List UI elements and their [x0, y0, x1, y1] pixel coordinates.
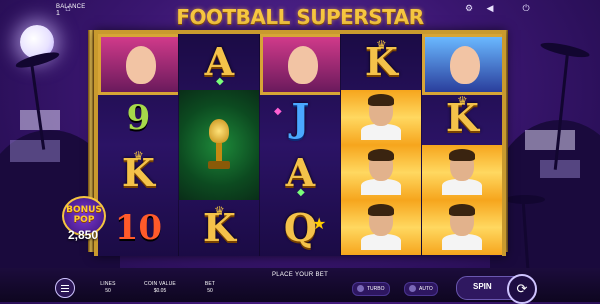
trophy-icon — [204, 115, 234, 175]
symbol-lady-red — [260, 34, 340, 95]
reel-3: ◆ J A ◆ Q ★ — [260, 34, 341, 256]
lady-face — [443, 39, 488, 92]
palm-leaves — [505, 195, 545, 204]
symbol-player — [341, 200, 421, 255]
reel-1: 9 ♛ K 10 — [98, 34, 179, 256]
symbol-player — [422, 145, 502, 200]
reel-2: A ◆ 10 ♛ K — [179, 34, 260, 256]
gem-icon: ◆ — [216, 76, 224, 87]
coin-value-control[interactable]: COIN VALUE $0.05 — [140, 281, 180, 294]
star-icon: ★ — [312, 216, 327, 233]
building — [540, 160, 580, 178]
reel-4: ♛ K — [341, 34, 422, 256]
symbol-player — [341, 90, 421, 145]
symbol-k: ♛ K — [364, 38, 398, 84]
crown-icon: ♛ — [133, 149, 144, 163]
reels: 9 ♛ K 10 A ◆ 10 — [98, 34, 502, 256]
auto-label: AUTO — [419, 286, 433, 292]
toggle-knob — [409, 285, 416, 293]
symbol-lady-red — [98, 34, 178, 95]
symbol-k: ♛ K — [202, 204, 236, 250]
menu-button[interactable] — [55, 278, 75, 298]
bet-value: 50 — [207, 288, 213, 294]
gem-icon: ◆ — [297, 187, 305, 198]
bonus-label-line1: BONUS — [66, 205, 102, 215]
lines-value: 50 — [105, 288, 111, 294]
turbo-toggle[interactable]: TURBO — [352, 282, 390, 296]
symbol-player — [341, 145, 421, 200]
lady-face — [119, 39, 164, 92]
coin-value: $0.05 — [153, 288, 167, 294]
bonus-label-line2: POP — [73, 215, 95, 225]
symbol-player — [422, 200, 502, 255]
symbol-k: ♛ K — [445, 94, 479, 140]
lines-label: LINES — [100, 281, 116, 287]
volume-icon[interactable]: ◀ — [485, 3, 495, 13]
reel-5: ♛ K — [422, 34, 502, 256]
coin-value-label: COIN VALUE — [144, 281, 176, 287]
toggle-knob — [357, 285, 364, 293]
crown-icon: ♛ — [376, 38, 387, 52]
symbol-a: A ◆ — [204, 39, 235, 87]
building — [525, 130, 575, 150]
spin-icon[interactable]: ⟳ — [507, 274, 537, 304]
lines-control[interactable]: LINES 50 — [90, 281, 126, 294]
building — [10, 140, 60, 162]
turbo-label: TURBO — [367, 286, 385, 292]
bonus-value: 2,850 — [67, 228, 99, 242]
game-title: FOOTBALL SUPERSTAR — [176, 5, 424, 29]
spin-label: SPIN — [473, 282, 492, 291]
power-icon[interactable]: ⏻ — [521, 3, 531, 13]
symbol-q: Q ★ — [283, 205, 327, 250]
crown-icon: ♛ — [457, 94, 468, 108]
symbol-wild-trophy — [179, 90, 259, 200]
symbol-9: 9 — [126, 97, 151, 138]
lady-face — [281, 39, 326, 92]
menu-icon — [61, 284, 69, 286]
settings-icon[interactable]: ⚙ — [464, 3, 474, 13]
symbol-10: 10 — [114, 207, 163, 248]
bet-control[interactable]: BET 50 — [190, 281, 230, 294]
reels-frame: 9 ♛ K 10 A ◆ 10 — [94, 30, 506, 256]
crown-icon: ♛ — [214, 204, 225, 218]
symbol-j: ◆ J — [274, 95, 310, 140]
bet-label: BET — [204, 281, 216, 287]
auto-toggle[interactable]: AUTO — [404, 282, 438, 296]
symbol-k: ♛ K — [121, 149, 155, 195]
symbol-lady-blonde — [422, 34, 502, 95]
symbol-a: A ◆ — [285, 150, 316, 198]
gem-icon: ◆ — [274, 106, 282, 117]
spin-button[interactable]: SPIN ⟳ — [456, 274, 537, 304]
